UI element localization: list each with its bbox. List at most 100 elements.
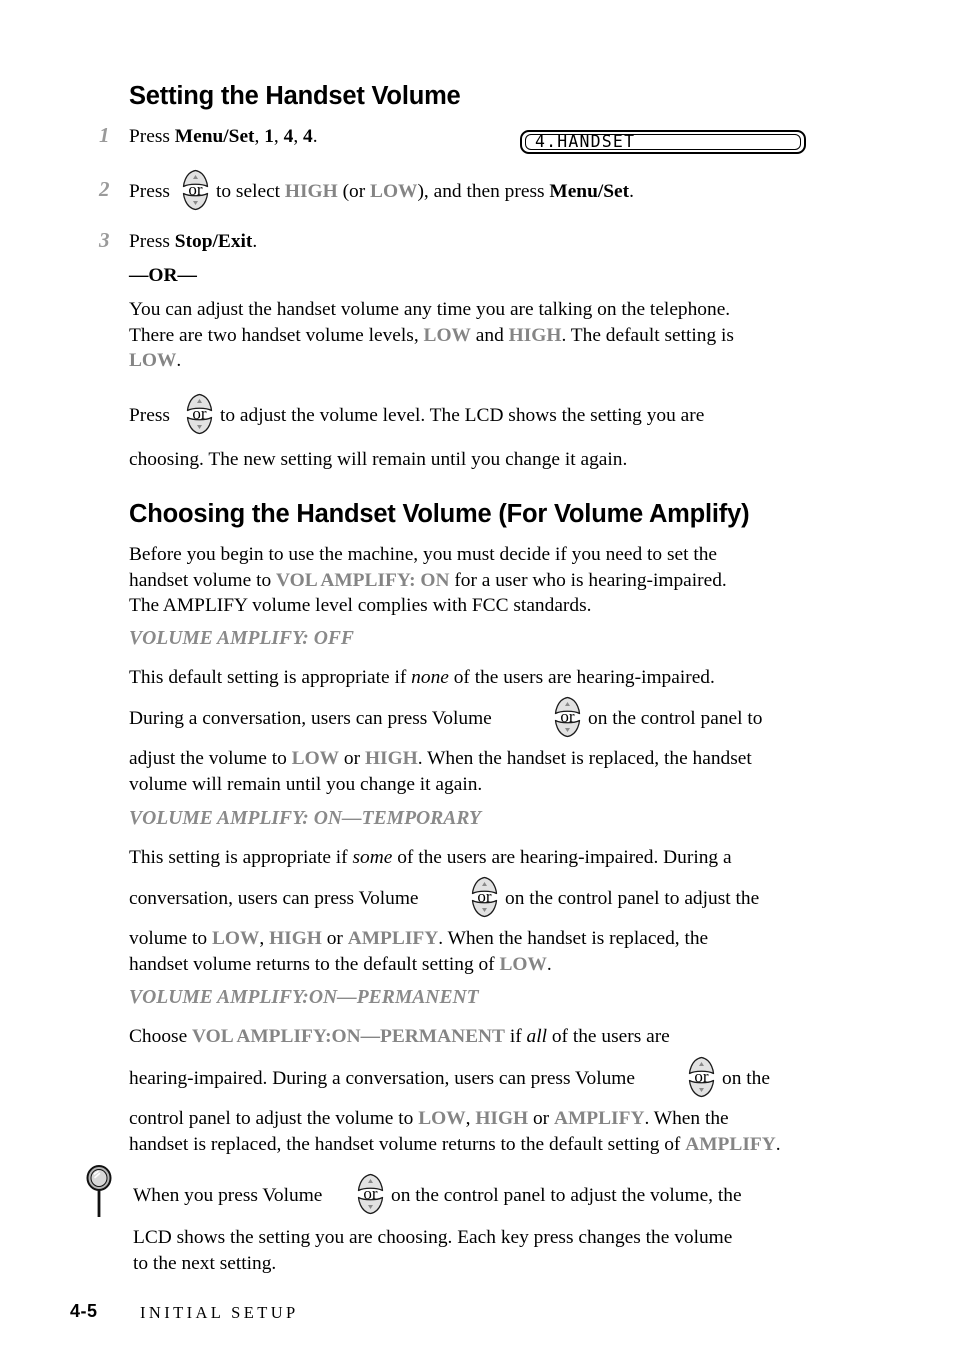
temp-default-low: LOW <box>499 953 547 975</box>
amplify-off-paragraph-1: This default setting is appropriate if n… <box>129 665 829 691</box>
para1-line1: You can adjust the handset volume any ti… <box>129 299 731 320</box>
volume-key-or-label: or <box>477 887 492 906</box>
intro-value-vol-amplify-on: VOL AMPLIFY: ON <box>276 569 450 591</box>
amplify-perm-paragraph-3: control panel to adjust the volume to LO… <box>129 1106 843 1157</box>
temp-p3d: . When the handset is replaced, the <box>438 928 709 949</box>
temp-p1-italic-some: some <box>352 847 393 868</box>
tip-paragraph-rest: on the control panel to adjust the volum… <box>391 1185 742 1206</box>
temp-p3a: volume to <box>129 928 212 949</box>
intro-line3: The AMPLIFY volume level complies with F… <box>129 595 592 616</box>
pin-icon <box>85 1165 115 1221</box>
step-2-tail: . <box>629 181 634 202</box>
para1-value-high: HIGH <box>508 324 562 346</box>
step-number-1: 1 <box>99 123 110 147</box>
adjust-volume-paragraph-line2: choosing. The new setting will remain un… <box>129 449 628 470</box>
step-1-pre: Press <box>129 126 175 147</box>
para1-line2b: and <box>470 324 509 346</box>
perm-value-amplify: AMPLIFY <box>553 1108 645 1129</box>
step-1-mid2: , <box>273 126 284 147</box>
tip-p3: to the next setting. <box>133 1252 277 1274</box>
off-p4: volume will remain until you change it a… <box>129 773 483 795</box>
step-1-mid3: , <box>293 126 304 147</box>
step-2-text-rest: to select HIGH (or LOW), and then press … <box>216 179 776 205</box>
intro-line1: Before you begin to use the machine, you… <box>129 544 718 565</box>
amplify-temp-paragraph-3: volume to LOW, HIGH or AMPLIFY. When the… <box>129 926 829 977</box>
volume-key-or-label: or <box>694 1067 709 1086</box>
off-p3c: . When the handset is replaced, the hand… <box>417 748 752 769</box>
perm-p3a: control panel to adjust the volume to <box>129 1108 419 1129</box>
para1-line2c: . The default setting is <box>561 324 734 346</box>
section-heading-setting-handset-volume: Setting the Handset Volume <box>129 82 461 110</box>
step-2-mid2: ), and then press <box>417 181 550 202</box>
step-2-after-icon: to select <box>216 181 285 202</box>
intro-line2b: for a user who is hearing-impaired. <box>449 569 727 591</box>
step-1-key-4b: 4 <box>303 126 313 147</box>
amplify-off-paragraph-2-rest: on the control panel to <box>588 708 763 729</box>
volume-up-down-key-icon[interactable]: or <box>469 874 500 920</box>
off-value-low: LOW <box>291 748 340 769</box>
volume-key-or-label: or <box>192 404 207 423</box>
volume-key-or-label: or <box>363 1184 378 1203</box>
lcd-inner-frame: 4.HANDSET <box>525 131 801 151</box>
step-1-mid1: , <box>254 126 265 147</box>
amplify-temp-paragraph-2-pre: conversation, users can press Volume <box>129 888 419 909</box>
intro-line2a: handset volume to <box>129 569 277 591</box>
amplify-perm-paragraph-1: Choose VOL AMPLIFY:ON—PERMANENT if all o… <box>129 1024 849 1050</box>
off-p1b: of the users are hearing-impaired. <box>448 667 715 688</box>
amplify-temp-paragraph-1: This setting is appropriate if some of t… <box>129 845 849 871</box>
amplify-off-paragraph-2-pre: During a conversation, users can press V… <box>129 708 492 729</box>
para1-line2a: There are two handset volume levels, <box>129 324 424 346</box>
volume-up-down-key-icon[interactable]: or <box>355 1171 386 1217</box>
lcd-display-text: 4.HANDSET <box>535 131 636 151</box>
step-1-text: Press Menu/Set, 1, 4, 4. <box>129 124 489 150</box>
volume-key-or-label: or <box>560 707 575 726</box>
perm-p1b: if <box>504 1026 527 1047</box>
amplify-perm-paragraph-2-pre: hearing-impaired. During a conversation,… <box>129 1068 635 1089</box>
step-3-tail: . <box>252 231 258 252</box>
para1-default-low: LOW <box>129 350 177 371</box>
tip-paragraph-line2: LCD shows the setting you are choosing. … <box>133 1225 843 1276</box>
step-3-text: Press Stop/Exit. <box>129 229 429 255</box>
perm-p3c: or <box>528 1108 554 1129</box>
step-3-pre: Press <box>129 231 175 252</box>
off-p1-italic-none: none <box>411 667 449 688</box>
adjust-volume-paragraph-rest: to adjust the volume level. The LCD show… <box>220 405 705 426</box>
volume-up-down-key-icon[interactable]: or <box>180 167 211 213</box>
step-3-key-stopexit: Stop/Exit <box>174 231 253 252</box>
step-2-key-menuset: Menu/Set <box>549 181 630 202</box>
perm-p1-italic-all: all <box>526 1026 547 1047</box>
step-number-3: 3 <box>99 228 110 252</box>
perm-value-vol-amplify-on-permanent: VOL AMPLIFY:ON—PERMANENT <box>192 1026 505 1047</box>
perm-value-low: LOW <box>418 1108 466 1129</box>
step-2-value-low: LOW <box>370 181 418 202</box>
perm-value-high: HIGH <box>475 1108 529 1129</box>
perm-p1c: of the users are <box>547 1026 670 1047</box>
amplify-temp-paragraph-2-rest: on the control panel to adjust the <box>505 888 760 909</box>
step-2-value-high: HIGH <box>284 181 338 202</box>
subhead-volume-amplify-on-temporary: VOLUME AMPLIFY: ON—TEMPORARY <box>129 808 482 829</box>
or-separator: —OR— <box>129 265 197 286</box>
footer-chapter-title: INITIAL SETUP <box>140 1303 299 1322</box>
subhead-volume-amplify-off: VOLUME AMPLIFY: OFF <box>129 628 355 649</box>
volume-up-down-key-icon[interactable]: or <box>184 391 215 437</box>
temp-p3b: , <box>259 928 270 949</box>
step-2-text-pre: Press <box>129 181 170 202</box>
volume-up-down-key-icon[interactable]: or <box>686 1054 717 1100</box>
section-heading-choosing-handset-volume: Choosing the Handset Volume (For Volume … <box>129 500 750 528</box>
choosing-intro-paragraph: Before you begin to use the machine, you… <box>129 542 829 619</box>
handset-volume-paragraph: You can adjust the handset volume any ti… <box>129 297 829 374</box>
off-p1a: This default setting is appropriate if <box>129 667 412 688</box>
perm-p4b: . <box>775 1133 781 1155</box>
step-1-key-menuset: Menu/Set <box>174 126 255 147</box>
tip-p2: LCD shows the setting you are choosing. … <box>133 1227 733 1248</box>
volume-up-down-key-icon[interactable]: or <box>552 694 583 740</box>
perm-p4a: handset is replaced, the handset volume … <box>129 1133 686 1155</box>
temp-value-low: LOW <box>211 928 260 949</box>
para1-value-low: LOW <box>423 324 471 346</box>
perm-p3b: , <box>465 1108 476 1129</box>
off-p3a: adjust the volume to <box>129 748 292 769</box>
footer-page-number: 4-5 <box>70 1301 98 1321</box>
step-1-tail: . <box>312 126 318 147</box>
volume-key-or-label: or <box>188 180 203 199</box>
temp-value-high: HIGH <box>269 928 322 949</box>
